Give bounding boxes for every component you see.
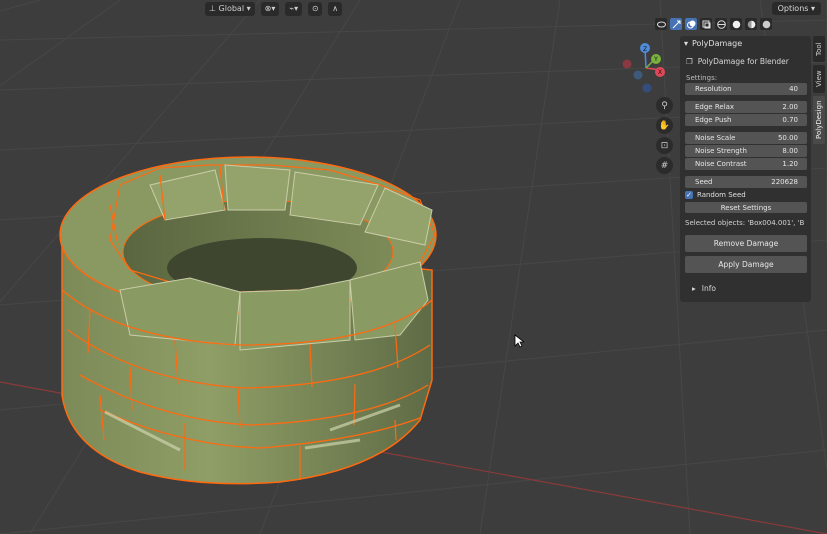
chevron-right-icon: ▸ [692, 283, 696, 293]
edge-push-field[interactable]: Edge Push 0.70 [685, 114, 807, 126]
perspective-toggle-button[interactable]: # [656, 157, 673, 174]
remove-damage-button[interactable]: Remove Damage [685, 235, 807, 252]
material-shading-icon [747, 20, 755, 28]
falloff-button[interactable]: ∧ [328, 1, 343, 16]
header-toolbar: ⊥ Global ▾ ⊗▾ ⌁▾ ⊙ ∧ [205, 0, 343, 17]
tab-view[interactable]: View [813, 65, 825, 93]
zoom-icon: ⚲ [661, 100, 668, 111]
settings-label: Settings: [686, 74, 718, 82]
noise-contrast-field[interactable]: Noise Contrast 1.20 [685, 158, 807, 170]
snap-dropdown[interactable]: ⌁▾ [285, 1, 303, 16]
info-label: Info [701, 283, 716, 293]
field-value: 1.20 [782, 160, 798, 168]
mouse-cursor-icon [514, 334, 524, 348]
chevron-down-icon: ▾ [684, 38, 689, 48]
navigation-gizmo[interactable]: Z X Y [618, 40, 674, 96]
edge-relax-field[interactable]: Edge Relax 2.00 [685, 101, 807, 113]
orientation-label: Global [218, 4, 245, 13]
viewport-header-icons [655, 18, 772, 30]
panel-subheader: ❐ PolyDamage for Blender [680, 54, 811, 68]
solid-shading-icon [732, 20, 740, 28]
random-seed-checkbox[interactable]: ✓ Random Seed [685, 189, 807, 201]
field-value: 2.00 [782, 103, 798, 111]
chevron-down-icon: ▾ [246, 4, 251, 13]
field-value: 220628 [771, 178, 798, 186]
well-mesh [59, 156, 437, 485]
panel-header[interactable]: ▾ PolyDamage [680, 36, 811, 50]
pivot-dropdown[interactable]: ⊗▾ [260, 1, 280, 16]
field-value: 40 [789, 85, 798, 93]
checkmark-icon: ✓ [685, 191, 693, 199]
xray-toggle[interactable] [700, 18, 712, 30]
zoom-button[interactable]: ⚲ [656, 97, 673, 114]
material-shading-button[interactable] [745, 18, 757, 30]
tab-tool[interactable]: Tool [813, 36, 825, 62]
eye-icon [656, 21, 666, 27]
camera-view-button[interactable]: ⊡ [656, 137, 673, 154]
reset-settings-button[interactable]: Reset Settings [685, 202, 807, 213]
falloff-icon: ∧ [332, 4, 339, 13]
field-label: Resolution [695, 85, 732, 93]
selected-objects-text: Selected objects: 'Box004.001', 'B [685, 219, 805, 227]
options-label: Options [777, 4, 809, 13]
panel-subtitle: PolyDamage for Blender [697, 56, 789, 66]
field-label: Noise Scale [695, 134, 736, 142]
field-label: Noise Contrast [695, 160, 747, 168]
options-dropdown[interactable]: Options ▾ [771, 2, 821, 15]
overlay-icon [686, 20, 695, 28]
pivot-icon: ⊗▾ [264, 4, 276, 13]
info-subpanel-header[interactable]: ▸ Info [680, 281, 811, 295]
gizmo-icon [672, 20, 680, 28]
noise-scale-field[interactable]: Noise Scale 50.00 [685, 132, 807, 144]
axis-gizmo-icon: Z X Y [622, 43, 665, 93]
panel-title: PolyDamage [692, 38, 743, 48]
visibility-button[interactable] [655, 18, 667, 30]
hand-icon: ✋ [658, 120, 671, 131]
random-seed-label: Random Seed [697, 191, 746, 199]
wireframe-shading-button[interactable] [715, 18, 727, 30]
gizmo-toggle[interactable] [670, 18, 682, 30]
gizmo-x-label: X [658, 69, 662, 76]
field-value: 50.00 [777, 134, 798, 142]
polydamage-panel: ▾ PolyDamage ❐ PolyDamage for Blender Se… [680, 36, 811, 302]
noise-strength-field[interactable]: Noise Strength 8.00 [685, 145, 807, 157]
gizmo-y-label: Y [653, 56, 658, 63]
snap-icon: ⌁▾ [289, 4, 299, 13]
overlay-toggle[interactable] [685, 18, 697, 30]
chevron-down-icon: ▾ [810, 4, 815, 13]
resolution-field[interactable]: Resolution 40 [685, 83, 807, 95]
solid-shading-button[interactable] [730, 18, 742, 30]
3d-viewport[interactable]: ⊥ Global ▾ ⊗▾ ⌁▾ ⊙ ∧ Options ▾ Z X Y ⚲ ✋… [0, 0, 827, 534]
tab-polydesign[interactable]: PolyDesign [813, 96, 825, 144]
apply-damage-button[interactable]: Apply Damage [685, 256, 807, 273]
xray-icon [702, 20, 710, 28]
transform-orientation-dropdown[interactable]: ⊥ Global ▾ [205, 1, 255, 16]
field-label: Edge Relax [695, 103, 735, 111]
seed-field[interactable]: Seed 220628 [685, 176, 807, 188]
field-value: 0.70 [782, 116, 798, 124]
gizmo-z-label: Z [643, 46, 647, 53]
field-label: Edge Push [695, 116, 732, 124]
pan-button[interactable]: ✋ [656, 117, 673, 134]
orientation-icon: ⊥ [209, 4, 216, 13]
copy-icon: ❐ [686, 56, 693, 66]
field-value: 8.00 [782, 147, 798, 155]
field-label: Seed [695, 178, 713, 186]
wireframe-icon [716, 19, 726, 29]
sidebar-tabs: Tool View PolyDesign [813, 36, 825, 147]
proportional-edit-button[interactable]: ⊙ [308, 1, 323, 16]
shading-icon [762, 20, 770, 28]
rendered-shading-button[interactable] [760, 18, 772, 30]
proportional-edit-icon: ⊙ [311, 4, 319, 13]
camera-icon: ⊡ [660, 140, 669, 151]
grid-icon: # [660, 160, 669, 171]
field-label: Noise Strength [695, 147, 747, 155]
